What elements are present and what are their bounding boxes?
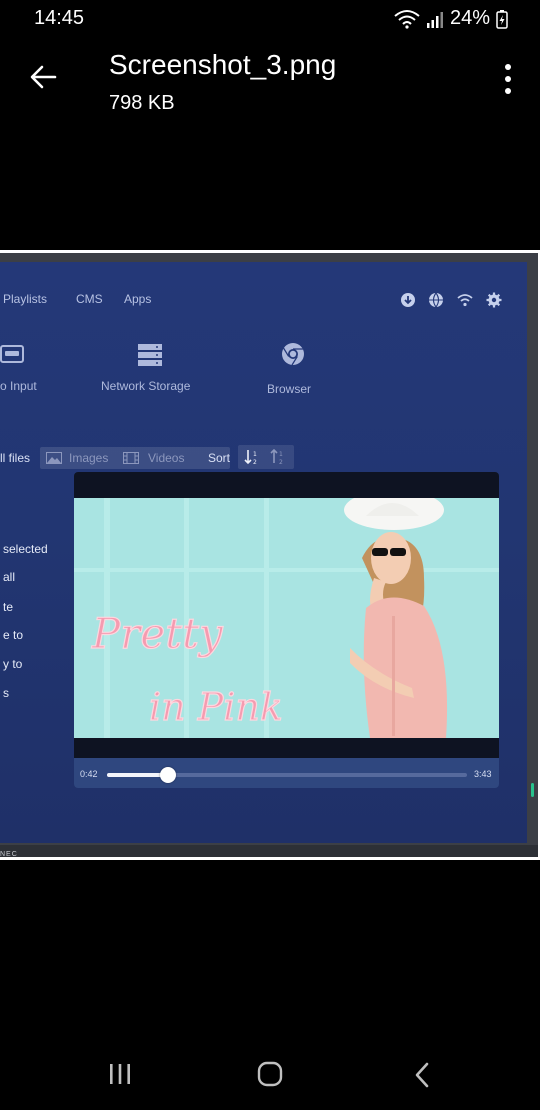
video-scene: Pretty in Pink	[74, 498, 499, 738]
nav-cms: CMS	[76, 292, 103, 306]
svg-text:2: 2	[253, 459, 257, 465]
app-bar: Screenshot_3.png 798 KB	[0, 40, 540, 120]
image-icon	[46, 452, 62, 464]
total-time: 3:43	[474, 769, 492, 779]
current-time: 0:42	[80, 769, 98, 779]
wifi-icon	[457, 294, 473, 307]
system-nav-bar	[0, 1040, 540, 1110]
player-top-bar	[74, 472, 499, 498]
status-time: 14:45	[34, 7, 85, 29]
filter-images-label: Images	[69, 451, 109, 465]
nav-playlists: Playlists	[3, 292, 48, 306]
back-arrow-icon[interactable]	[28, 62, 58, 92]
status-icons: 24%	[394, 7, 508, 30]
network-storage-icon	[138, 344, 162, 366]
sort-buttons: 1 2 1 2	[238, 445, 294, 469]
nav-back-icon[interactable]	[412, 1062, 432, 1088]
file-name: Screenshot_3.png	[109, 49, 337, 80]
settings-gear-icon	[486, 292, 502, 308]
browser-chrome-icon	[282, 343, 304, 366]
filter-all-files-label: ll files	[0, 451, 31, 465]
filter-all-files: ll files	[0, 447, 40, 469]
image-preview[interactable]: Playlists CMS Apps o Input Network Stora…	[0, 250, 540, 860]
video-overlay-line1: Pretty	[91, 609, 224, 658]
brand-logo: NEC	[0, 851, 18, 858]
progress-track	[107, 767, 467, 783]
battery-percent: 24%	[449, 7, 490, 29]
filter-videos-label: Videos	[148, 451, 185, 465]
browser-label: Browser	[267, 382, 312, 396]
video-input-label: o Input	[0, 379, 37, 393]
sort-label: Sort	[208, 451, 231, 465]
home-icon[interactable]	[257, 1061, 283, 1087]
wifi-icon	[394, 9, 420, 29]
side-item-all: all	[3, 570, 16, 584]
side-item-other: s	[3, 686, 9, 700]
filter-tabs: Images Videos	[40, 447, 230, 469]
network-storage-label: Network Storage	[101, 379, 191, 393]
download-icon	[401, 293, 415, 307]
side-item-move-to: e to	[3, 628, 24, 642]
sort-ascending-icon: 1 2	[244, 450, 257, 465]
svg-text:2: 2	[279, 459, 283, 465]
svg-text:1: 1	[253, 451, 257, 458]
power-led	[531, 783, 534, 797]
file-size: 798 KB	[109, 92, 175, 114]
video-overlay-line2: in Pink	[149, 685, 283, 729]
monitor-screen: Playlists CMS Apps o Input Network Stora…	[0, 262, 527, 843]
globe-icon	[429, 292, 443, 308]
signal-icon	[426, 11, 443, 28]
more-options-icon[interactable]	[498, 62, 518, 96]
monitor-frame: Playlists CMS Apps o Input Network Stora…	[0, 253, 538, 858]
monitor-bezel	[0, 845, 538, 857]
sort-descending-icon: 1 2	[270, 449, 283, 465]
recent-apps-icon[interactable]	[108, 1063, 132, 1085]
side-item-copy-to: y to	[3, 657, 23, 671]
progress-knob	[160, 767, 177, 783]
svg-text:1: 1	[279, 451, 283, 458]
video-input-icon	[0, 345, 24, 363]
player-bottom-bar	[74, 738, 499, 758]
video-player: Pretty in Pink 0:42 3:43	[74, 472, 499, 788]
status-bar: 14:45 24%	[0, 0, 540, 36]
video-film-icon	[123, 452, 139, 464]
progress-fill	[107, 773, 169, 777]
side-item-selected: selected	[3, 542, 48, 556]
battery-charging-icon	[496, 9, 508, 29]
side-item-delete: te	[3, 600, 14, 614]
nav-apps: Apps	[124, 292, 152, 306]
video-frame: Pretty in Pink	[74, 498, 499, 738]
